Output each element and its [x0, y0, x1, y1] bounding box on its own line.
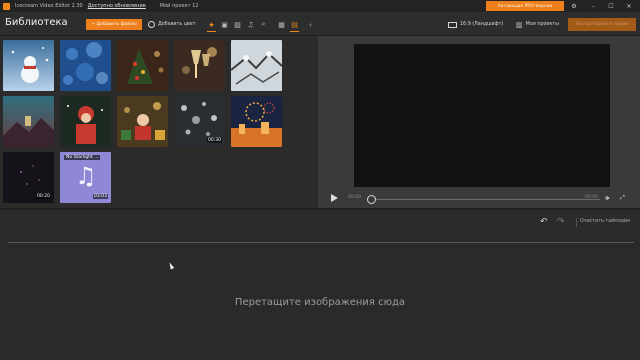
total-time: 00:00 — [585, 195, 598, 200]
star-icon[interactable]: ★ — [207, 20, 216, 32]
library-item[interactable] — [117, 96, 168, 147]
redo-icon[interactable]: ↷ — [557, 217, 565, 227]
undo-icon[interactable]: ↶ — [540, 217, 548, 227]
player-controls: 00:00 00:00 🕪 ⤢ — [318, 192, 640, 208]
library-item[interactable]: No Starlight ... ♫ 03:03 — [60, 152, 111, 203]
library-item[interactable] — [231, 96, 282, 147]
aspect-ratio-label: 16:9 (Ландшафт) — [460, 22, 504, 27]
music-note-icon: ♫ — [75, 162, 97, 190]
add-color-label: Добавить цвет — [158, 22, 196, 27]
duration-label: 00:30 — [207, 138, 222, 143]
project-name: Мой проект 12 — [159, 3, 199, 9]
video-icon[interactable]: ▣ — [220, 20, 229, 29]
preview-panel — [318, 36, 640, 208]
volume-icon[interactable]: 🕪 — [605, 194, 609, 203]
duration-label: 00:20 — [36, 194, 51, 199]
search-icon[interactable]: ⌕ — [259, 20, 268, 29]
aspect-ratio-icon — [448, 21, 457, 28]
library-item[interactable]: 00:20 — [3, 152, 54, 203]
projects-icon: ▥ — [516, 20, 523, 29]
timeline-toolbar: ↶ ↷ Очистить таймлайн — [0, 212, 640, 234]
fullscreen-icon[interactable]: ⤢ — [620, 194, 625, 202]
gear-icon[interactable]: ⚙ — [567, 0, 581, 12]
maximize-icon[interactable]: ☐ — [604, 0, 618, 12]
current-time: 00:00 — [348, 195, 361, 200]
panel-divider[interactable] — [0, 208, 640, 210]
main-toolbar: Библиотека + Добавить файлы Добавить цве… — [0, 12, 640, 36]
minimize-icon[interactable]: – — [586, 0, 600, 12]
library-item[interactable] — [3, 40, 54, 91]
seek-bar[interactable] — [372, 199, 600, 200]
drop-hint: Перетащите изображения сюда — [234, 297, 406, 308]
image-icon[interactable]: ▨ — [233, 20, 242, 29]
clear-timeline-button[interactable]: Очистить таймлайн — [580, 219, 630, 224]
add-files-button[interactable]: + Добавить файлы — [86, 19, 142, 30]
add-color-button[interactable]: Добавить цвет — [148, 19, 196, 30]
library-item[interactable] — [231, 40, 282, 91]
seek-handle[interactable] — [367, 195, 376, 204]
play-icon[interactable] — [331, 194, 338, 202]
grid-large-icon[interactable]: ▤ — [290, 20, 299, 32]
timeline[interactable]: Перетащите изображения сюда — [0, 234, 640, 360]
app-title: Icecream Video Editor 2.30 — [15, 3, 83, 9]
audio-title: No Starlight ... — [64, 155, 101, 160]
palette-icon — [148, 21, 155, 28]
my-projects-button[interactable]: ▥ Мои проекты — [516, 19, 559, 30]
duration-label: 03:03 — [93, 194, 108, 199]
library-title: Библиотека — [5, 17, 68, 28]
aspect-ratio-selector[interactable]: 16:9 (Ландшафт) — [448, 19, 503, 30]
library-item[interactable] — [3, 96, 54, 147]
toolbar-separator — [576, 218, 577, 227]
library-item[interactable] — [117, 40, 168, 91]
grid-small-icon[interactable]: ▦ — [277, 20, 286, 29]
update-link[interactable]: Доступно обновление — [88, 3, 146, 9]
activate-pro-button[interactable]: Активация PRO-версии — [486, 1, 564, 11]
app-logo — [3, 2, 10, 10]
my-projects-label: Мои проекты — [525, 22, 559, 27]
music-icon[interactable]: ♫ — [246, 20, 255, 29]
export-video-button[interactable]: Экспортировать видео — [568, 18, 636, 31]
chevron-left-icon[interactable]: ‹ — [306, 20, 315, 29]
timeline-ruler — [8, 242, 634, 243]
library-item[interactable] — [60, 96, 111, 147]
library-item[interactable]: 00:30 — [174, 96, 225, 147]
library-item[interactable] — [174, 40, 225, 91]
media-library: 00:30 00:20 No Starlight ... ♫ 03:03 — [0, 36, 318, 208]
close-icon[interactable]: ✕ — [622, 0, 636, 12]
library-item[interactable] — [60, 40, 111, 91]
preview-screen — [354, 44, 610, 187]
